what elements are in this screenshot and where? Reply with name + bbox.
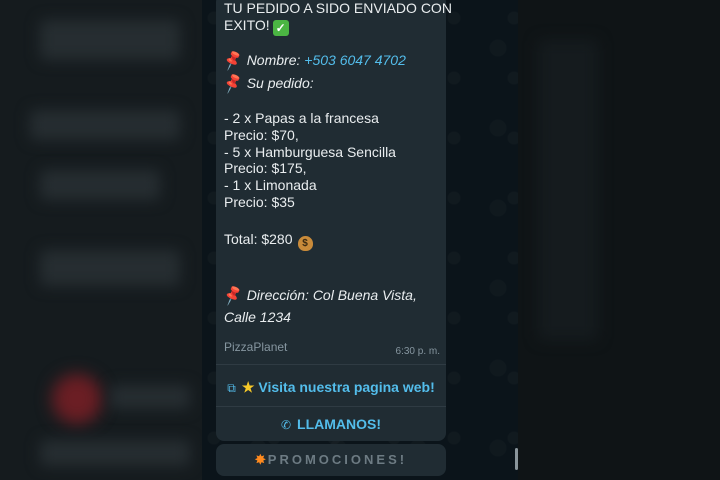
order-price: Precio: $175, [224,160,307,177]
pedido-line: 📌 Su pedido: [221,72,446,94]
phone-icon: ✆ [280,418,292,432]
blurred-block [40,440,190,466]
direccion-text: Dirección: Col Buena Vista, [246,287,417,303]
burst-icon: ✸ [254,452,266,467]
star-icon: ★ [241,379,255,395]
chat-area: TU PEDIDO A SIDO ENVIADO CON EXITO! ✓ 📌 No… [202,0,518,480]
order-price: Precio: $70, [224,126,299,143]
direccion-line: 📌 Dirección: Col Buena Vista, [221,284,446,307]
total-line: Total: $280 $ [224,230,446,251]
visit-website-button[interactable]: ⧉ ★ Visita nuestra pagina web! [216,370,446,404]
blurred-block [30,110,180,140]
order-item: - 2 x Papas a la francesa [224,110,379,127]
visit-website-label: Visita nuestra pagina web! [258,379,435,395]
message-time: 6:30 p. m. [395,346,440,357]
external-link-icon: ⧉ [227,381,236,395]
money-bag-icon: $ [297,235,313,251]
heading-line: EXITO! ✓ [224,16,446,36]
blurred-block [40,170,160,200]
direccion-line-2: Calle 1234 [224,308,291,325]
order-item: - 1 x Limonada [224,176,317,193]
scrollbar-thumb[interactable] [515,448,518,470]
blurred-right-panel [518,0,720,480]
message-bubble: TU PEDIDO A SIDO ENVIADO CON EXITO! ✓ 📌 No… [216,0,452,441]
order-item: - 5 x Hamburguesa Sencilla [224,143,396,160]
promociones-button[interactable]: ✸ PROMOCIONES! [216,444,446,476]
check-emoji-icon: ✓ [272,19,289,36]
sender-name: PizzaPlanet [224,340,288,354]
divider [216,364,446,365]
call-label: LLAMANOS! [297,416,382,432]
promociones-label: PROMOCIONES! [267,452,408,467]
heading-line: TU PEDIDO A SIDO ENVIADO CON [224,0,452,16]
blurred-block [40,250,180,286]
pedido-label: Su pedido: [246,74,314,91]
blurred-block [110,385,190,409]
phone-link[interactable]: +503 6047 4702 [304,52,406,68]
pushpin-icon: 📌 [221,49,245,72]
nombre-line: 📌 Nombre: +503 6047 4702 [221,49,446,72]
message-text: TU PEDIDO A SIDO ENVIADO CON EXITO! ✓ 📌 No… [221,0,452,325]
blurred-block [40,20,180,60]
blurred-avatar [52,374,102,424]
heading-text: EXITO! [224,16,270,33]
nombre-label: Nombre: [246,52,301,69]
pushpin-icon: 📌 [221,284,245,307]
call-button[interactable]: ✆ LLAMANOS! [216,407,446,441]
blurred-block [538,40,598,340]
blurred-left-panel [0,0,202,480]
order-price: Precio: $35 [224,193,295,210]
total-text: Total: $280 [224,230,293,247]
